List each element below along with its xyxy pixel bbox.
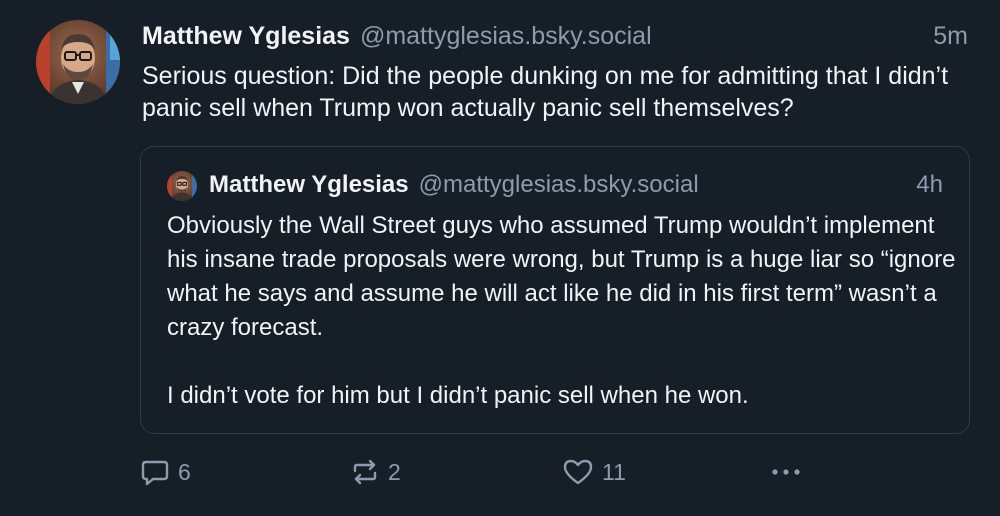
quoted-paragraph: Obviously the Wall Street guys who assum… [167,212,956,341]
more-options-button[interactable] [768,452,804,492]
quoted-post[interactable]: Matthew Yglesias @mattyglesias.bsky.soci… [140,146,970,434]
quoted-author-avatar[interactable] [167,171,197,201]
quoted-author-handle: @mattyglesias.bsky.social [418,171,699,198]
repost-count: 2 [388,458,401,485]
quoted-paragraph: I didn’t vote for him but I didn’t panic… [167,382,749,409]
action-bar: 6 2 11 [140,452,820,492]
repost-button[interactable]: 2 [350,452,401,492]
post-header: Matthew Yglesias @mattyglesias.bsky.soci… [142,22,968,56]
quoted-post-timestamp: 4h [916,171,943,198]
reply-icon [141,460,169,486]
repost-icon [353,459,377,485]
quoted-post-header: Matthew Yglesias @mattyglesias.bsky.soci… [209,171,943,203]
more-icon [772,469,800,475]
heart-icon [563,459,593,485]
post-timestamp[interactable]: 5m [933,22,968,51]
quoted-author-name: Matthew Yglesias [209,171,409,198]
like-button[interactable]: 11 [562,452,626,492]
author-handle[interactable]: @mattyglesias.bsky.social [360,22,652,51]
quoted-post-text: Obviously the Wall Street guys who assum… [167,209,957,413]
author-name[interactable]: Matthew Yglesias [142,22,350,51]
like-count: 11 [602,458,626,485]
reply-button[interactable]: 6 [140,452,191,492]
reply-count: 6 [178,458,191,485]
post: Matthew Yglesias @mattyglesias.bsky.soci… [0,0,1000,516]
author-avatar[interactable] [36,20,120,104]
post-text: Serious question: Did the people dunking… [142,62,949,122]
